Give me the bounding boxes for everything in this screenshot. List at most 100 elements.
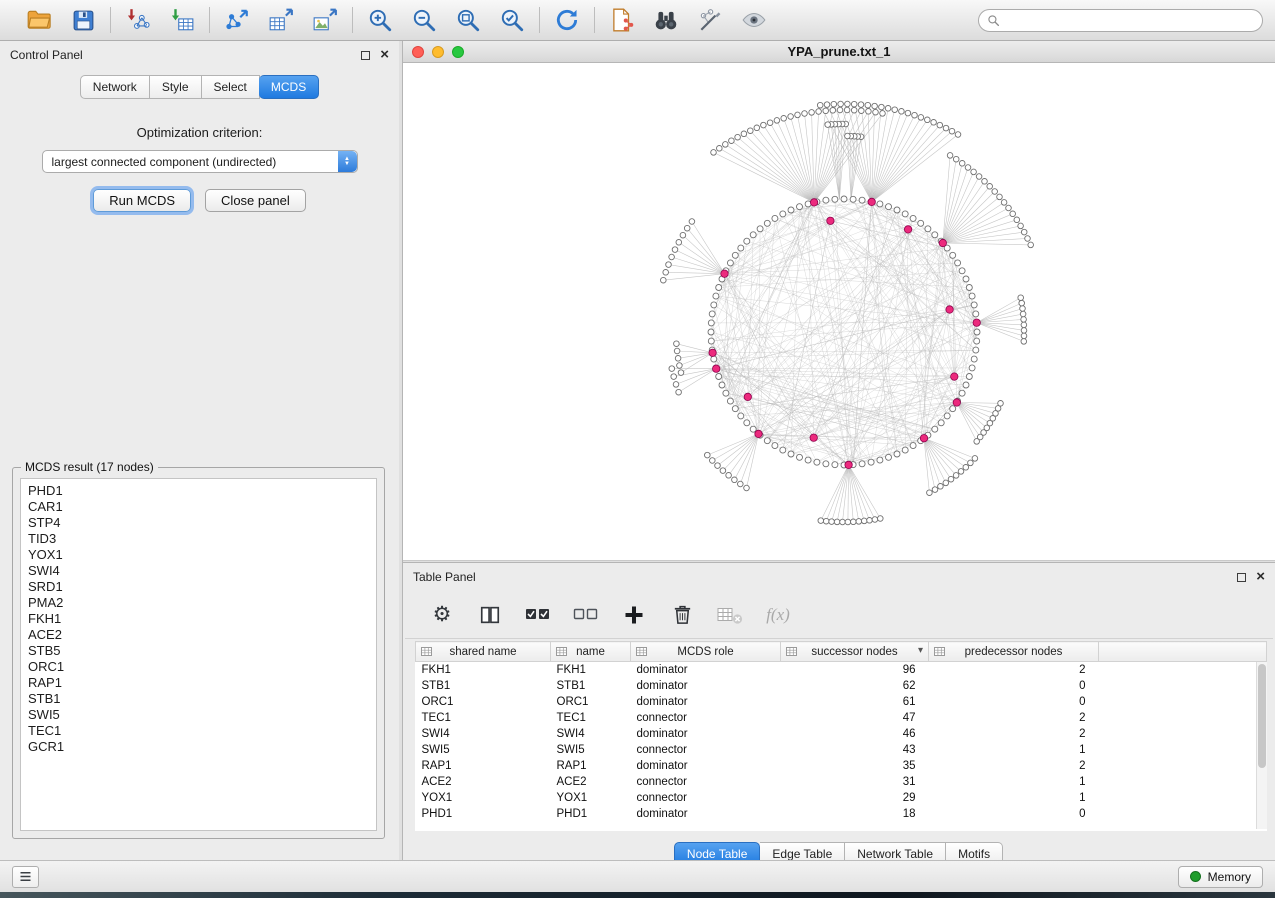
- float-panel-icon[interactable]: [1237, 573, 1246, 582]
- cell-shared-name[interactable]: ACE2: [416, 774, 551, 790]
- mcds-result-list[interactable]: PHD1CAR1STP4TID3YOX1SWI4SRD1PMA2FKH1ACE2…: [20, 478, 377, 831]
- table-row[interactable]: ACE2ACE2connector311: [416, 774, 1267, 790]
- search-network-button[interactable]: [651, 5, 681, 35]
- cell-predecessor-nodes[interactable]: 2: [929, 726, 1099, 742]
- show-graphics-details-button[interactable]: [739, 5, 769, 35]
- cell-successor-nodes[interactable]: 31: [781, 774, 929, 790]
- cell-MCDS-role[interactable]: connector: [631, 790, 781, 806]
- mcds-result-item[interactable]: TEC1: [28, 723, 369, 739]
- mcds-result-item[interactable]: YOX1: [28, 547, 369, 563]
- control-tab-style[interactable]: Style: [150, 75, 202, 99]
- cell-shared-name[interactable]: YOX1: [416, 790, 551, 806]
- cell-predecessor-nodes[interactable]: 1: [929, 742, 1099, 758]
- delete-column-button[interactable]: [669, 602, 695, 628]
- cell-predecessor-nodes[interactable]: 2: [929, 710, 1099, 726]
- mcds-result-item[interactable]: STP4: [28, 515, 369, 531]
- cell-MCDS-role[interactable]: dominator: [631, 758, 781, 774]
- zoom-in-button[interactable]: [365, 5, 395, 35]
- cell-successor-nodes[interactable]: 61: [781, 694, 929, 710]
- cell-MCDS-role[interactable]: dominator: [631, 662, 781, 678]
- mcds-result-item[interactable]: ORC1: [28, 659, 369, 675]
- table-row[interactable]: TEC1TEC1connector472: [416, 710, 1267, 726]
- cell-name[interactable]: ACE2: [551, 774, 631, 790]
- cell-shared-name[interactable]: PHD1: [416, 806, 551, 822]
- table-row[interactable]: STB1STB1dominator620: [416, 678, 1267, 694]
- close-window-icon[interactable]: [412, 46, 424, 58]
- mcds-result-item[interactable]: SRD1: [28, 579, 369, 595]
- zoom-fit-button[interactable]: [453, 5, 483, 35]
- cell-predecessor-nodes[interactable]: 0: [929, 694, 1099, 710]
- cell-shared-name[interactable]: TEC1: [416, 710, 551, 726]
- mcds-result-item[interactable]: CAR1: [28, 499, 369, 515]
- annotation-pen-button[interactable]: [695, 5, 725, 35]
- select-all-button[interactable]: [525, 602, 551, 628]
- table-row[interactable]: RAP1RAP1dominator352: [416, 758, 1267, 774]
- column-header-successor-nodes[interactable]: successor nodes▾: [781, 642, 929, 662]
- mcds-result-item[interactable]: PHD1: [28, 483, 369, 499]
- cell-successor-nodes[interactable]: 29: [781, 790, 929, 806]
- open-file-button[interactable]: [24, 5, 54, 35]
- column-header-shared-name[interactable]: shared name: [416, 642, 551, 662]
- import-network-button[interactable]: [123, 5, 153, 35]
- table-row[interactable]: PHD1PHD1dominator180: [416, 806, 1267, 822]
- mcds-result-item[interactable]: STB5: [28, 643, 369, 659]
- search-box[interactable]: [978, 9, 1263, 32]
- cell-MCDS-role[interactable]: connector: [631, 710, 781, 726]
- cell-shared-name[interactable]: STB1: [416, 678, 551, 694]
- cell-name[interactable]: SWI5: [551, 742, 631, 758]
- cell-name[interactable]: SWI4: [551, 726, 631, 742]
- cell-name[interactable]: YOX1: [551, 790, 631, 806]
- cell-shared-name[interactable]: FKH1: [416, 662, 551, 678]
- cell-successor-nodes[interactable]: 62: [781, 678, 929, 694]
- cell-successor-nodes[interactable]: 96: [781, 662, 929, 678]
- memory-button[interactable]: Memory: [1178, 866, 1263, 888]
- panel-menu-button[interactable]: [12, 866, 39, 888]
- optimization-criterion-select[interactable]: largest connected component (undirected)…: [42, 150, 358, 173]
- save-session-button[interactable]: [68, 5, 98, 35]
- cell-predecessor-nodes[interactable]: 2: [929, 662, 1099, 678]
- cell-name[interactable]: TEC1: [551, 710, 631, 726]
- cell-MCDS-role[interactable]: dominator: [631, 678, 781, 694]
- network-window-titlebar[interactable]: YPA_prune.txt_1: [403, 41, 1275, 63]
- cell-shared-name[interactable]: ORC1: [416, 694, 551, 710]
- cell-MCDS-role[interactable]: connector: [631, 774, 781, 790]
- table-row[interactable]: YOX1YOX1connector291: [416, 790, 1267, 806]
- table-settings-button[interactable]: ⚙: [429, 602, 455, 628]
- close-panel-icon[interactable]: ×: [1256, 572, 1265, 582]
- scrollbar-thumb[interactable]: [1258, 664, 1266, 768]
- column-header-predecessor-nodes[interactable]: predecessor nodes: [929, 642, 1099, 662]
- float-panel-icon[interactable]: [361, 51, 370, 60]
- cell-predecessor-nodes[interactable]: 1: [929, 790, 1099, 806]
- mcds-result-item[interactable]: PMA2: [28, 595, 369, 611]
- cell-successor-nodes[interactable]: 35: [781, 758, 929, 774]
- deselect-all-button[interactable]: [573, 602, 599, 628]
- search-input[interactable]: [1005, 13, 1254, 27]
- mcds-result-item[interactable]: STB1: [28, 691, 369, 707]
- mcds-result-item[interactable]: ACE2: [28, 627, 369, 643]
- control-tab-mcds[interactable]: MCDS: [259, 75, 319, 99]
- zoom-out-button[interactable]: [409, 5, 439, 35]
- function-builder-button[interactable]: f(x): [765, 602, 791, 628]
- cell-shared-name[interactable]: SWI4: [416, 726, 551, 742]
- cell-successor-nodes[interactable]: 43: [781, 742, 929, 758]
- table-row[interactable]: SWI4SWI4dominator462: [416, 726, 1267, 742]
- cell-MCDS-role[interactable]: connector: [631, 742, 781, 758]
- export-network-button[interactable]: [222, 5, 252, 35]
- mcds-result-item[interactable]: FKH1: [28, 611, 369, 627]
- cell-successor-nodes[interactable]: 46: [781, 726, 929, 742]
- mcds-result-item[interactable]: SWI5: [28, 707, 369, 723]
- share-document-button[interactable]: [607, 5, 637, 35]
- cell-predecessor-nodes[interactable]: 0: [929, 806, 1099, 822]
- cell-name[interactable]: RAP1: [551, 758, 631, 774]
- table-row[interactable]: SWI5SWI5connector431: [416, 742, 1267, 758]
- import-table-button[interactable]: [167, 5, 197, 35]
- table-row[interactable]: ORC1ORC1dominator610: [416, 694, 1267, 710]
- cell-name[interactable]: FKH1: [551, 662, 631, 678]
- close-panel-button[interactable]: Close panel: [205, 189, 306, 212]
- minimize-window-icon[interactable]: [432, 46, 444, 58]
- mcds-result-item[interactable]: TID3: [28, 531, 369, 547]
- cell-name[interactable]: STB1: [551, 678, 631, 694]
- cell-shared-name[interactable]: SWI5: [416, 742, 551, 758]
- export-table-button[interactable]: [266, 5, 296, 35]
- network-canvas[interactable]: [403, 63, 1275, 560]
